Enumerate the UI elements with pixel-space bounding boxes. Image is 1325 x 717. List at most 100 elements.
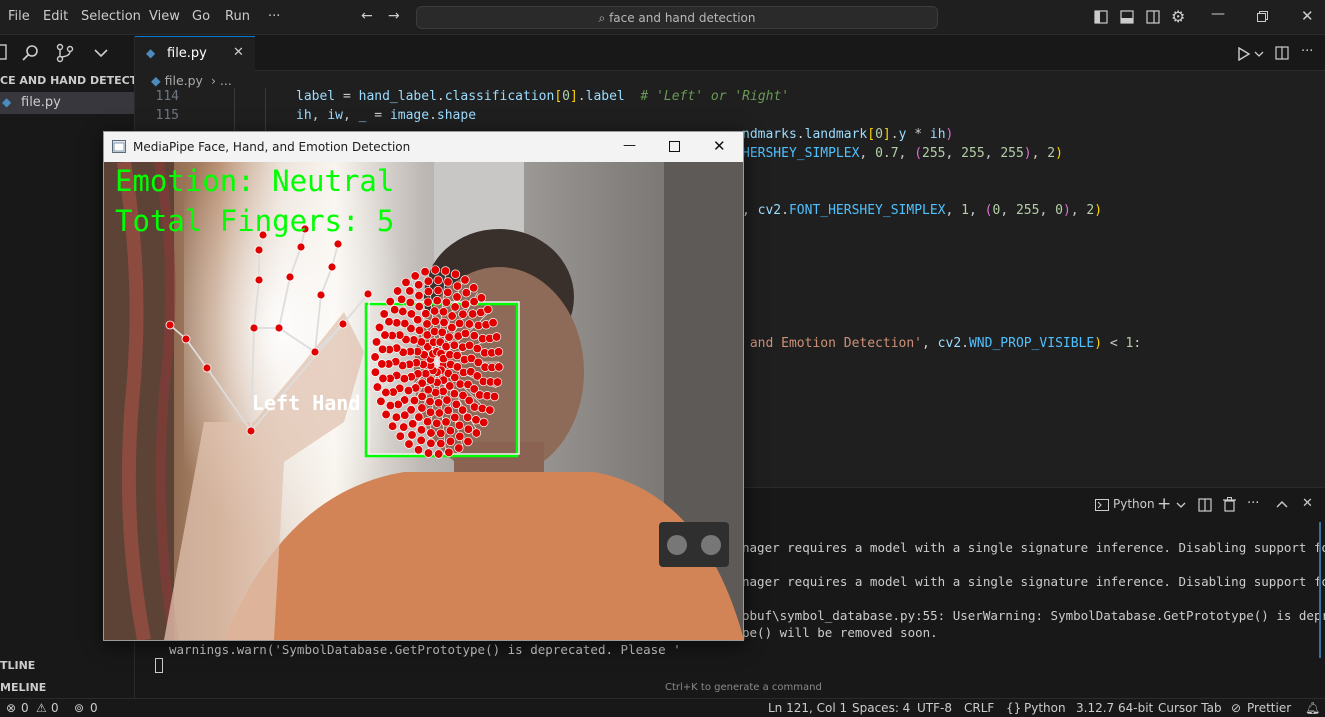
face-landmark [476,293,487,303]
hand-landmark [249,323,259,333]
camera-maximize-icon[interactable] [669,141,680,152]
menu-view[interactable]: View [149,9,180,24]
toggle-sidebar-icon[interactable] [1094,10,1108,24]
search-icon: ⌕ [598,11,606,25]
panel-more-icon[interactable]: ··· [1247,496,1259,511]
hand-landmark [310,347,320,357]
prettier-icon[interactable]: ⊘ [1231,701,1241,715]
tab-file-py[interactable]: ◆ file.py ✕ [135,36,255,71]
camera-close-icon[interactable]: ✕ [713,137,726,155]
face-landmark [399,422,409,432]
face-landmark [493,347,504,357]
end-of-line[interactable]: CRLF [964,701,994,715]
camera-minimize-icon[interactable]: — [623,138,636,153]
face-landmark [410,271,420,281]
trash-icon[interactable] [1223,497,1236,512]
camera-window-titlebar[interactable]: MediaPipe Face, Hand, and Emotion Detect… [104,132,743,162]
hand-landmark [254,245,264,255]
ports-count[interactable]: 0 [90,701,98,715]
encoding[interactable]: UTF-8 [917,701,952,715]
split-editor-icon[interactable] [1275,46,1289,60]
warnings-icon[interactable]: ⚠ [36,701,47,715]
indentation[interactable]: Spaces: 4 [852,701,910,715]
toggle-panel-icon[interactable] [1120,10,1134,24]
timeline-section[interactable]: MELINE [0,681,46,694]
errors-count[interactable]: 0 [21,701,29,715]
chevron-down-icon[interactable] [93,47,109,59]
menu-run[interactable]: Run [225,9,250,24]
face-landmark [450,269,461,279]
run-icon[interactable] [1237,47,1251,61]
restore-icon[interactable] [1257,11,1268,22]
hand-landmark [202,363,212,373]
terminal-line: pe() will be removed soon. [742,625,938,640]
terminal-hint: Ctrl+K to generate a command [665,682,822,693]
face-landmark [455,379,465,389]
camera-window[interactable]: MediaPipe Face, Hand, and Emotion Detect… [103,131,744,641]
face-landmark [391,412,402,422]
face-landmark [443,277,453,287]
cursor-position[interactable]: Ln 121, Col 1 [768,701,847,715]
face-landmark [468,309,478,319]
outline-section[interactable]: TLINE [0,659,35,672]
face-landmark [458,309,468,319]
search-sidebar-icon[interactable] [22,44,40,62]
face-landmark [471,428,482,438]
finger-count-label: Total Fingers: 5 [115,204,395,238]
face-landmark [438,307,449,317]
face-landmark [406,309,417,319]
terminal-scrollbar[interactable] [1319,522,1321,658]
command-center-search[interactable]: ⌕ face and hand detection [416,6,938,29]
close-panel-icon[interactable]: ✕ [1302,496,1313,511]
explorer-file-item[interactable]: ◆ file.py [0,92,134,114]
back-arrow-icon[interactable]: ← [361,8,373,24]
breadcrumb-symbol[interactable]: ... [220,73,232,88]
toggle-secondary-sidebar-icon[interactable] [1146,10,1160,24]
close-window-icon[interactable]: ✕ [1301,7,1314,25]
cursor-tab[interactable]: Cursor Tab [1158,701,1222,715]
explorer-folder-header[interactable]: CE AND HAND DETECTI... [0,74,134,87]
terminal-label[interactable]: Python [1113,497,1155,511]
face-landmark [463,436,473,447]
hand-landmark [316,290,326,300]
new-terminal-icon[interactable]: + [1157,494,1171,514]
run-chevron-icon[interactable] [1254,50,1264,58]
minimize-icon[interactable]: — [1211,6,1225,22]
errors-icon[interactable]: ⊗ [6,701,16,715]
face-landmark [434,449,444,459]
explorer-icon[interactable] [0,43,8,61]
face-landmark [449,340,459,350]
ports-icon[interactable]: ⊚ [74,701,84,715]
tab-close-icon[interactable]: ✕ [233,45,244,60]
terminal-chevron-icon[interactable] [1176,501,1186,509]
menu-edit[interactable]: Edit [43,9,68,24]
menu-go[interactable]: Go [192,9,210,24]
braces-icon[interactable]: {} [1006,701,1021,715]
maximize-panel-icon[interactable] [1276,499,1288,509]
menu-more[interactable]: ··· [268,9,280,24]
face-landmark [396,294,407,304]
python-interpreter[interactable]: 3.12.7 64-bit [1076,701,1153,715]
notifications-icon[interactable]: 🔔︎ [1305,701,1320,715]
menu-selection[interactable]: Selection [81,9,141,24]
face-landmark [379,309,389,319]
face-landmark [441,341,451,352]
settings-gear-icon[interactable]: ⚙ [1171,7,1185,26]
face-landmark [421,369,431,379]
source-control-icon[interactable] [56,43,74,63]
hand-landmark [246,426,256,436]
face-landmark [483,304,493,315]
language-mode[interactable]: Python [1024,701,1066,715]
face-landmark [376,396,386,406]
face-landmark [414,325,425,335]
menu-file[interactable]: File [8,9,30,24]
face-landmark [426,438,436,448]
forward-arrow-icon[interactable]: → [388,8,400,24]
warnings-count[interactable]: 0 [51,701,59,715]
prettier[interactable]: Prettier [1247,701,1291,715]
face-landmark [477,403,487,414]
window-app-icon [112,140,126,153]
split-terminal-icon[interactable] [1198,498,1212,512]
editor-more-icon[interactable]: ··· [1301,44,1313,59]
breadcrumb-file[interactable]: file.py [165,73,203,88]
